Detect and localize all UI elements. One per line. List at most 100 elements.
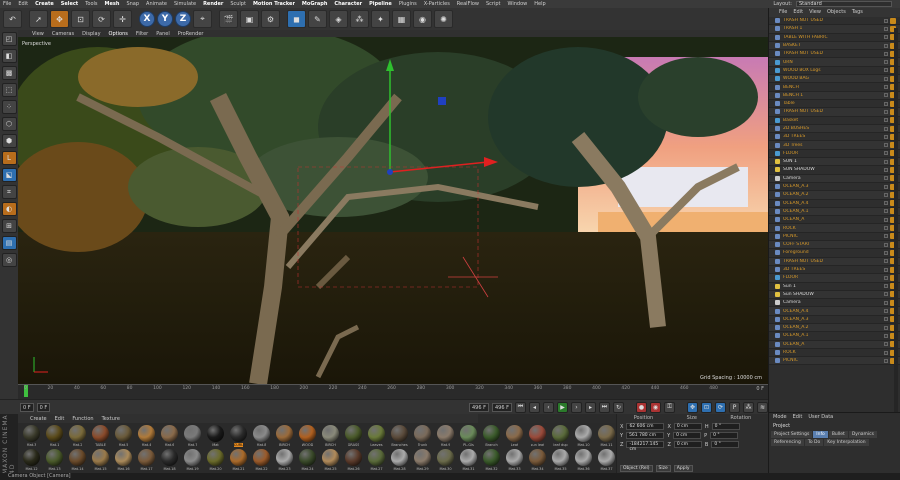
coordinate-system-icon[interactable]: ⌖ (193, 10, 212, 28)
object-list-item[interactable]: OCEAN_A.3 (769, 316, 900, 324)
material-swatch[interactable]: Mat.27 (365, 449, 388, 473)
texture-mode-icon[interactable]: ▩ (1, 66, 17, 80)
start-frame-field[interactable]: 0 F (20, 402, 34, 412)
menu-mograph[interactable]: MoGraph (302, 1, 328, 7)
object-list-item[interactable]: FLOOR (769, 150, 900, 159)
material-menu-edit[interactable]: Edit (55, 416, 65, 422)
attributes-menu-item[interactable]: Mode (773, 414, 787, 420)
previous-key-icon[interactable]: ◂ (529, 401, 540, 413)
size-mode-select[interactable]: Size (655, 465, 671, 472)
viewport-3d[interactable] (18, 37, 768, 384)
material-swatch[interactable]: Mat.21 (227, 449, 250, 473)
rotation-field[interactable]: 0 ° (711, 441, 740, 448)
sculpt-icon[interactable]: ◐ (1, 202, 17, 216)
menu-sculpt[interactable]: Sculpt (230, 1, 246, 7)
object-list-item[interactable]: TRASH 1 (769, 25, 900, 34)
coordinate-mode-select[interactable]: Object (Rel) (620, 465, 653, 472)
visibility-toggle[interactable] (884, 43, 888, 48)
visibility-toggle[interactable] (884, 159, 888, 164)
go-to-end-icon[interactable]: ⏭ (599, 401, 610, 413)
cube-icon[interactable]: ◼ (287, 10, 306, 28)
current-frame-field[interactable]: 0 F (36, 402, 51, 412)
material-swatch[interactable]: leaf dup (549, 425, 572, 449)
object-list-item[interactable]: BENCH (769, 83, 900, 92)
menu-snap[interactable]: Snap (126, 1, 139, 7)
next-key-icon[interactable]: ▸ (585, 401, 596, 413)
end-frame-field[interactable]: 496 F (468, 402, 489, 412)
visibility-toggle[interactable] (884, 176, 888, 181)
material-swatch[interactable]: Mat.22 (250, 449, 273, 473)
material-swatch[interactable]: Mat.35 (549, 449, 572, 473)
visibility-toggle[interactable] (884, 250, 888, 255)
light-icon[interactable]: ✺ (434, 10, 453, 28)
object-manager-menu-view[interactable]: View (809, 9, 821, 17)
position-field[interactable]: 62 606 cm (626, 423, 665, 430)
visibility-toggle[interactable] (884, 217, 888, 222)
material-swatch[interactable]: Mat.24 (296, 449, 319, 473)
visibility-toggle[interactable] (884, 292, 888, 297)
object-list-item[interactable]: TRASH NOT USED (769, 257, 900, 266)
object-list-item[interactable]: Camera (769, 174, 900, 183)
material-swatch[interactable]: Mat.30 (434, 449, 457, 473)
material-swatch[interactable]: Mat.19 (181, 449, 204, 473)
timeline[interactable]: 0 20 40 60 80 100 120 140 160 180 200 220 240 260 280 3… (18, 384, 768, 399)
position-field[interactable]: 561 780 cm (626, 432, 665, 439)
material-swatch[interactable]: sun leaf (526, 425, 549, 449)
object-list-item[interactable]: FLOOR (769, 274, 900, 283)
material-swatch[interactable]: Mat.14 (66, 449, 89, 473)
material-swatch[interactable]: Mat.36 (572, 449, 595, 473)
object-list-item[interactable]: 2D BUSHES (769, 124, 900, 134)
scale-tool-icon[interactable]: ⊡ (71, 10, 90, 28)
material-swatch[interactable]: Mat (204, 425, 227, 449)
camera-icon[interactable]: ◉ (413, 10, 432, 28)
visibility-toggle[interactable] (884, 342, 888, 347)
visibility-toggle[interactable] (884, 134, 888, 139)
visibility-toggle[interactable] (884, 309, 888, 314)
material-swatch[interactable]: Mat.11 (595, 425, 616, 449)
material-swatch[interactable]: Leaves (365, 425, 388, 449)
object-list-item[interactable]: PICNIC (769, 233, 900, 242)
object-list-item[interactable]: PICNIC (769, 357, 900, 366)
material-swatch[interactable]: Branch (480, 425, 503, 449)
attributes-tab[interactable]: Referencing (771, 439, 804, 446)
record-pla-icon[interactable]: ⁂ (743, 401, 754, 413)
visibility-toggle[interactable] (884, 101, 888, 106)
object-list-item[interactable]: OCEAN_A.2 (769, 191, 900, 200)
undo-icon[interactable]: ↶ (3, 10, 22, 28)
visibility-toggle[interactable] (884, 35, 888, 40)
menu-mesh[interactable]: Mesh (105, 1, 120, 7)
object-manager-menu-edit[interactable]: Edit (793, 9, 803, 17)
material-swatch[interactable]: Mat.4 (135, 425, 158, 449)
rotation-field[interactable]: 0 ° (710, 432, 739, 439)
visibility-toggle[interactable] (884, 333, 888, 338)
menu-file[interactable]: File (3, 1, 11, 7)
visibility-toggle[interactable] (884, 242, 888, 247)
visibility-toggle[interactable] (884, 26, 888, 31)
visibility-toggle[interactable] (884, 325, 888, 330)
visibility-toggle[interactable] (884, 151, 888, 156)
material-swatch[interactable]: TABLE (89, 425, 112, 449)
object-list-item[interactable]: Sun 1 (769, 283, 900, 291)
size-field[interactable]: 0 cm (673, 432, 702, 439)
material-swatch[interactable]: PL.Gls (457, 425, 480, 449)
menu-realflow[interactable]: RealFlow (457, 1, 479, 7)
y-axis-button[interactable]: Y (157, 11, 173, 27)
material-swatch[interactable]: Mat.29 (411, 449, 434, 473)
visibility-toggle[interactable] (884, 126, 888, 131)
array-icon[interactable]: ⁂ (350, 10, 369, 28)
object-list-item[interactable]: WOOD BAG (769, 75, 900, 84)
material-swatch[interactable]: Mat.15 (89, 449, 112, 473)
visibility-toggle[interactable] (884, 76, 888, 81)
attributes-tab[interactable]: Key Interpolation (824, 439, 869, 446)
z-axis-button[interactable]: Z (175, 11, 191, 27)
object-list-item[interactable]: TRASH NOT USED (769, 17, 900, 26)
material-menu-texture[interactable]: Texture (102, 416, 120, 422)
apply-button[interactable]: Apply (673, 465, 693, 472)
material-swatch[interactable]: Mat.9 (434, 425, 457, 449)
edges-mode-icon[interactable]: ⬡ (1, 117, 17, 131)
material-swatch[interactable]: Trunk (411, 425, 434, 449)
material-swatch[interactable]: Mat.2 (66, 425, 89, 449)
go-to-start-icon[interactable]: ⏮ (515, 401, 526, 413)
visibility-toggle[interactable] (884, 109, 888, 114)
object-list-item[interactable]: OCEAN_A.1 (769, 332, 900, 341)
